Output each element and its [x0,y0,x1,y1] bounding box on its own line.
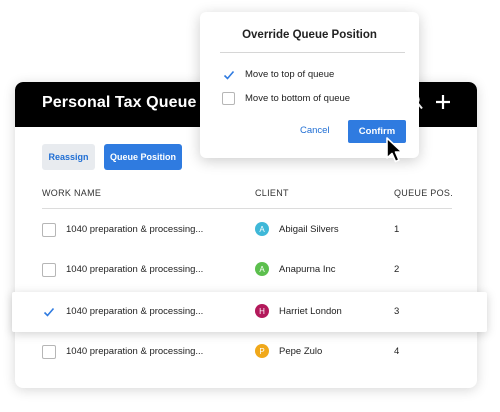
check-icon [43,307,55,317]
avatar: H [255,304,269,318]
row-checkbox[interactable] [42,345,56,359]
queue-pos: 4 [394,346,400,357]
table-row[interactable]: 1040 preparation & processing... A Abiga… [15,210,477,250]
queue-pos: 3 [394,306,400,317]
row-checkbox[interactable] [42,263,56,277]
check-icon [223,70,235,80]
cancel-button[interactable]: Cancel [300,125,330,136]
cursor-arrow-icon [386,137,403,163]
work-name[interactable]: 1040 preparation & processing... [66,346,203,357]
row-checkbox-checked[interactable] [42,305,56,319]
option-checkbox[interactable] [222,92,235,105]
row-checkbox[interactable] [42,223,56,237]
option-checkbox-checked[interactable] [222,68,235,81]
client-name[interactable]: Pepe Zulo [279,346,322,357]
table-row[interactable]: 1040 preparation & processing... A Anapu… [15,250,477,290]
plus-icon[interactable] [433,92,453,112]
queue-pos: 1 [394,224,400,235]
avatar: A [255,262,269,276]
option-label: Move to top of queue [245,69,335,80]
column-header-client[interactable]: CLIENT [255,188,289,198]
avatar: A [255,222,269,236]
avatar: P [255,344,269,358]
reassign-button[interactable]: Reassign [42,144,95,170]
header-divider [42,208,452,209]
column-header-work-name[interactable]: WORK NAME [42,188,101,198]
client-name[interactable]: Abigail Silvers [279,224,339,235]
work-name[interactable]: 1040 preparation & processing... [66,264,203,275]
table-row-selected[interactable]: 1040 preparation & processing... H Harri… [12,292,487,332]
work-name[interactable]: 1040 preparation & processing... [66,224,203,235]
table-row[interactable]: 1040 preparation & processing... P Pepe … [15,332,477,372]
client-name[interactable]: Harriet London [279,306,342,317]
client-name[interactable]: Anapurna Inc [279,264,336,275]
queue-position-button[interactable]: Queue Position [104,144,182,170]
option-label: Move to bottom of queue [245,93,351,104]
popover-title: Override Queue Position [242,29,377,41]
work-name[interactable]: 1040 preparation & processing... [66,306,203,317]
queue-pos: 2 [394,264,400,275]
popover-divider [220,52,405,53]
page-title: Personal Tax Queue [42,94,197,111]
column-header-queue-pos[interactable]: QUEUE POS. [394,188,453,198]
